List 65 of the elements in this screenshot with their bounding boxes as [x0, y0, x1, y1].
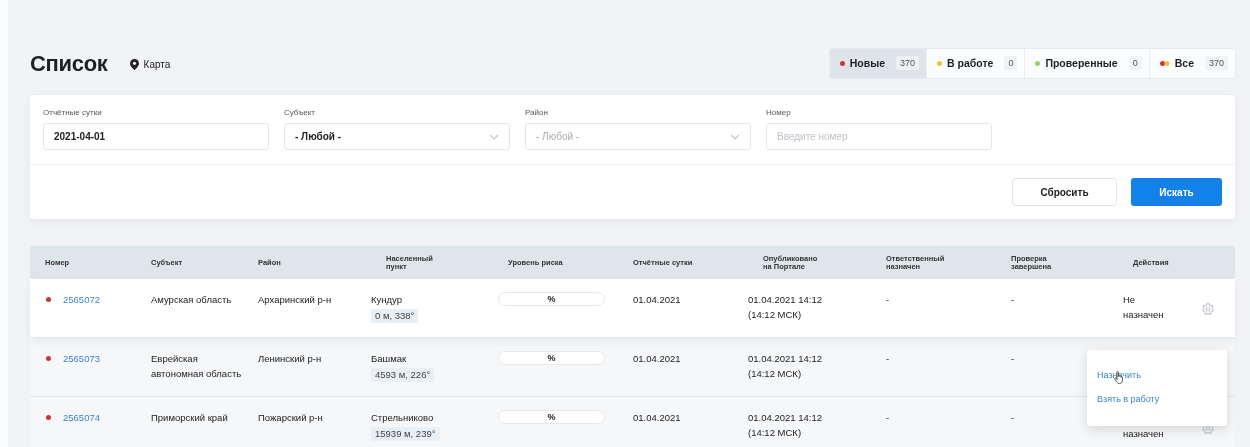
- status-text: Не: [1123, 293, 1137, 307]
- table-cell-text: 01.04.2021 14:12: [748, 411, 823, 425]
- status-text: назначен: [1123, 308, 1164, 323]
- table-cell: 01.04.2021: [633, 353, 681, 364]
- map-pin-icon: [129, 58, 139, 70]
- distance-tag: 4593 м, 226°: [371, 368, 435, 383]
- record-link[interactable]: 2565074: [63, 410, 100, 426]
- two-dots-icon: [1159, 60, 1170, 66]
- table-cell: -: [1011, 294, 1015, 305]
- table-cell: Пожарский р-н: [258, 412, 323, 423]
- table-cell-text: (14:12 МСК): [748, 426, 803, 441]
- tab-label: Проверенные: [1045, 57, 1118, 69]
- table-cell: -: [1011, 412, 1015, 423]
- count-badge: 0: [1128, 56, 1142, 70]
- select-field[interactable]: - Любой -: [284, 123, 510, 150]
- risk-value: %: [546, 352, 557, 364]
- tab-label: Все: [1174, 57, 1194, 69]
- search-button[interactable]: Искать: [1131, 178, 1222, 206]
- risk-value: %: [546, 293, 557, 305]
- table-cell-text: 01.04.2021 14:12: [748, 352, 823, 366]
- table-cell: -: [1011, 353, 1015, 364]
- table-cell: -: [886, 294, 890, 305]
- record-link[interactable]: 2565072: [63, 292, 100, 308]
- status-tab[interactable]: Новые 370: [829, 48, 927, 78]
- input-field[interactable]: Введите номер: [766, 123, 992, 150]
- table-cell-text: Стрельниково: [371, 411, 434, 425]
- status-tab[interactable]: Проверенные 0: [1025, 48, 1150, 78]
- table-cell-text: Башмак: [371, 352, 407, 366]
- table-cell: Приморский край: [151, 412, 228, 423]
- table-cell: Амурская область: [151, 294, 232, 305]
- table-cell: Архаринский р-н: [258, 294, 332, 305]
- distance-tag: 15939 м, 239°: [371, 427, 440, 442]
- field-label: Номер: [766, 108, 792, 117]
- table-cell-text: (14:12 МСК): [748, 367, 803, 382]
- chevron-down-icon: [489, 133, 499, 140]
- settings-icon[interactable]: [1201, 302, 1215, 316]
- status-text: назначен: [1123, 427, 1164, 441]
- field-label: Район: [525, 108, 549, 117]
- map-link[interactable]: Карта: [129, 58, 171, 70]
- table-cell: -: [886, 353, 890, 364]
- count-badge: 0: [1004, 56, 1018, 70]
- status-tab[interactable]: Все 370: [1149, 48, 1235, 78]
- reset-button[interactable]: Сбросить: [1012, 178, 1117, 206]
- field-label: Субъект: [284, 108, 316, 117]
- table-cell-text: (14:12 МСК): [748, 308, 803, 323]
- menu-item[interactable]: Взять в работу: [1097, 394, 1160, 404]
- table-cell-text: 01.04.2021 14:12: [748, 293, 823, 307]
- chevron-down-icon: [730, 133, 740, 140]
- count-badge: 370: [1204, 56, 1228, 70]
- table-cell: 01.04.2021: [633, 294, 681, 305]
- record-link[interactable]: 2565073: [63, 351, 100, 367]
- tab-label: Новые: [849, 57, 885, 69]
- tab-label: В работе: [947, 57, 994, 69]
- table-cell: Еврейская автономная область: [151, 353, 242, 380]
- input-field[interactable]: 2021-04-01: [43, 123, 269, 150]
- table-cell-text: Кундур: [371, 293, 402, 307]
- risk-value: %: [546, 411, 557, 423]
- page-title: Список: [30, 51, 108, 77]
- table-cell: 01.04.2021: [633, 412, 681, 423]
- table-cell: -: [886, 412, 890, 423]
- status-tab[interactable]: В работе 0: [927, 48, 1026, 78]
- field-label: Отчётные сутки: [43, 108, 103, 117]
- count-badge: 370: [896, 56, 919, 70]
- distance-tag: 0 м, 338°: [371, 309, 419, 324]
- table-cell: Ленинский р-н: [258, 353, 322, 364]
